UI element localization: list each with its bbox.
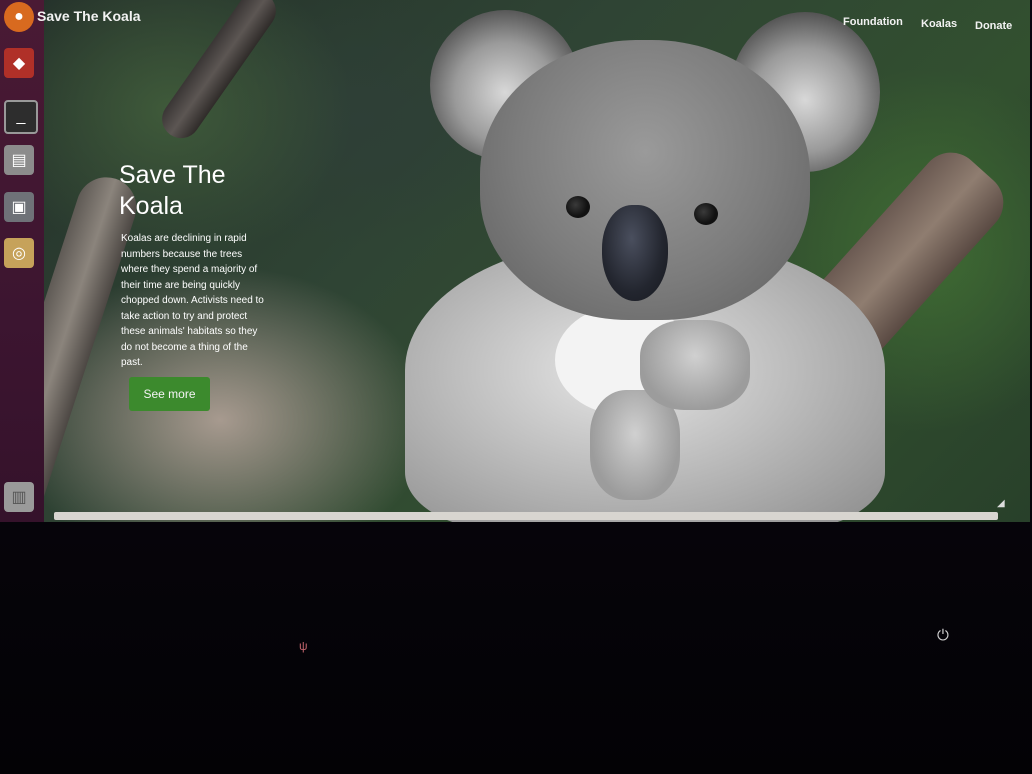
koala-left-eye [566,196,590,218]
hero-title: Save The Koala [119,161,226,220]
see-more-button[interactable]: See more [129,377,210,411]
site-brand[interactable]: Save The Koala [37,8,141,24]
upper-branch [154,0,284,146]
nav-foundation[interactable]: Foundation [843,16,903,28]
wireless-indicator-icon: ψ [299,639,308,653]
unity-launcher: ● ◆ _ ▤ ▣ ◎ ▥ [0,0,44,522]
hero-description: Koalas are declining in rapid numbers be… [121,233,264,368]
apps-icon[interactable]: ◆ [4,48,34,78]
nav-donate[interactable]: Donate [975,20,1012,32]
trash-icon[interactable]: ▥ [4,482,34,512]
nav-koalas[interactable]: Koalas [921,18,957,30]
terminal-icon[interactable]: _ [4,100,38,134]
image-viewer-icon[interactable]: ◎ [4,238,34,268]
browser-viewport: ● ◆ _ ▤ ▣ ◎ ▥ Save The Koala Foundation … [0,0,1030,522]
printer-icon[interactable]: ▣ [4,192,34,222]
browser-icon[interactable]: ● [4,2,34,32]
horizontal-scrollbar[interactable] [54,512,998,520]
koala-right-paw [640,320,750,410]
resize-grip-icon[interactable]: ◢ [997,498,1009,510]
koala-nose [602,205,668,301]
files-icon[interactable]: ▤ [4,145,34,175]
power-icon[interactable]: ⏻ [937,627,955,645]
koala-right-eye [694,203,718,225]
